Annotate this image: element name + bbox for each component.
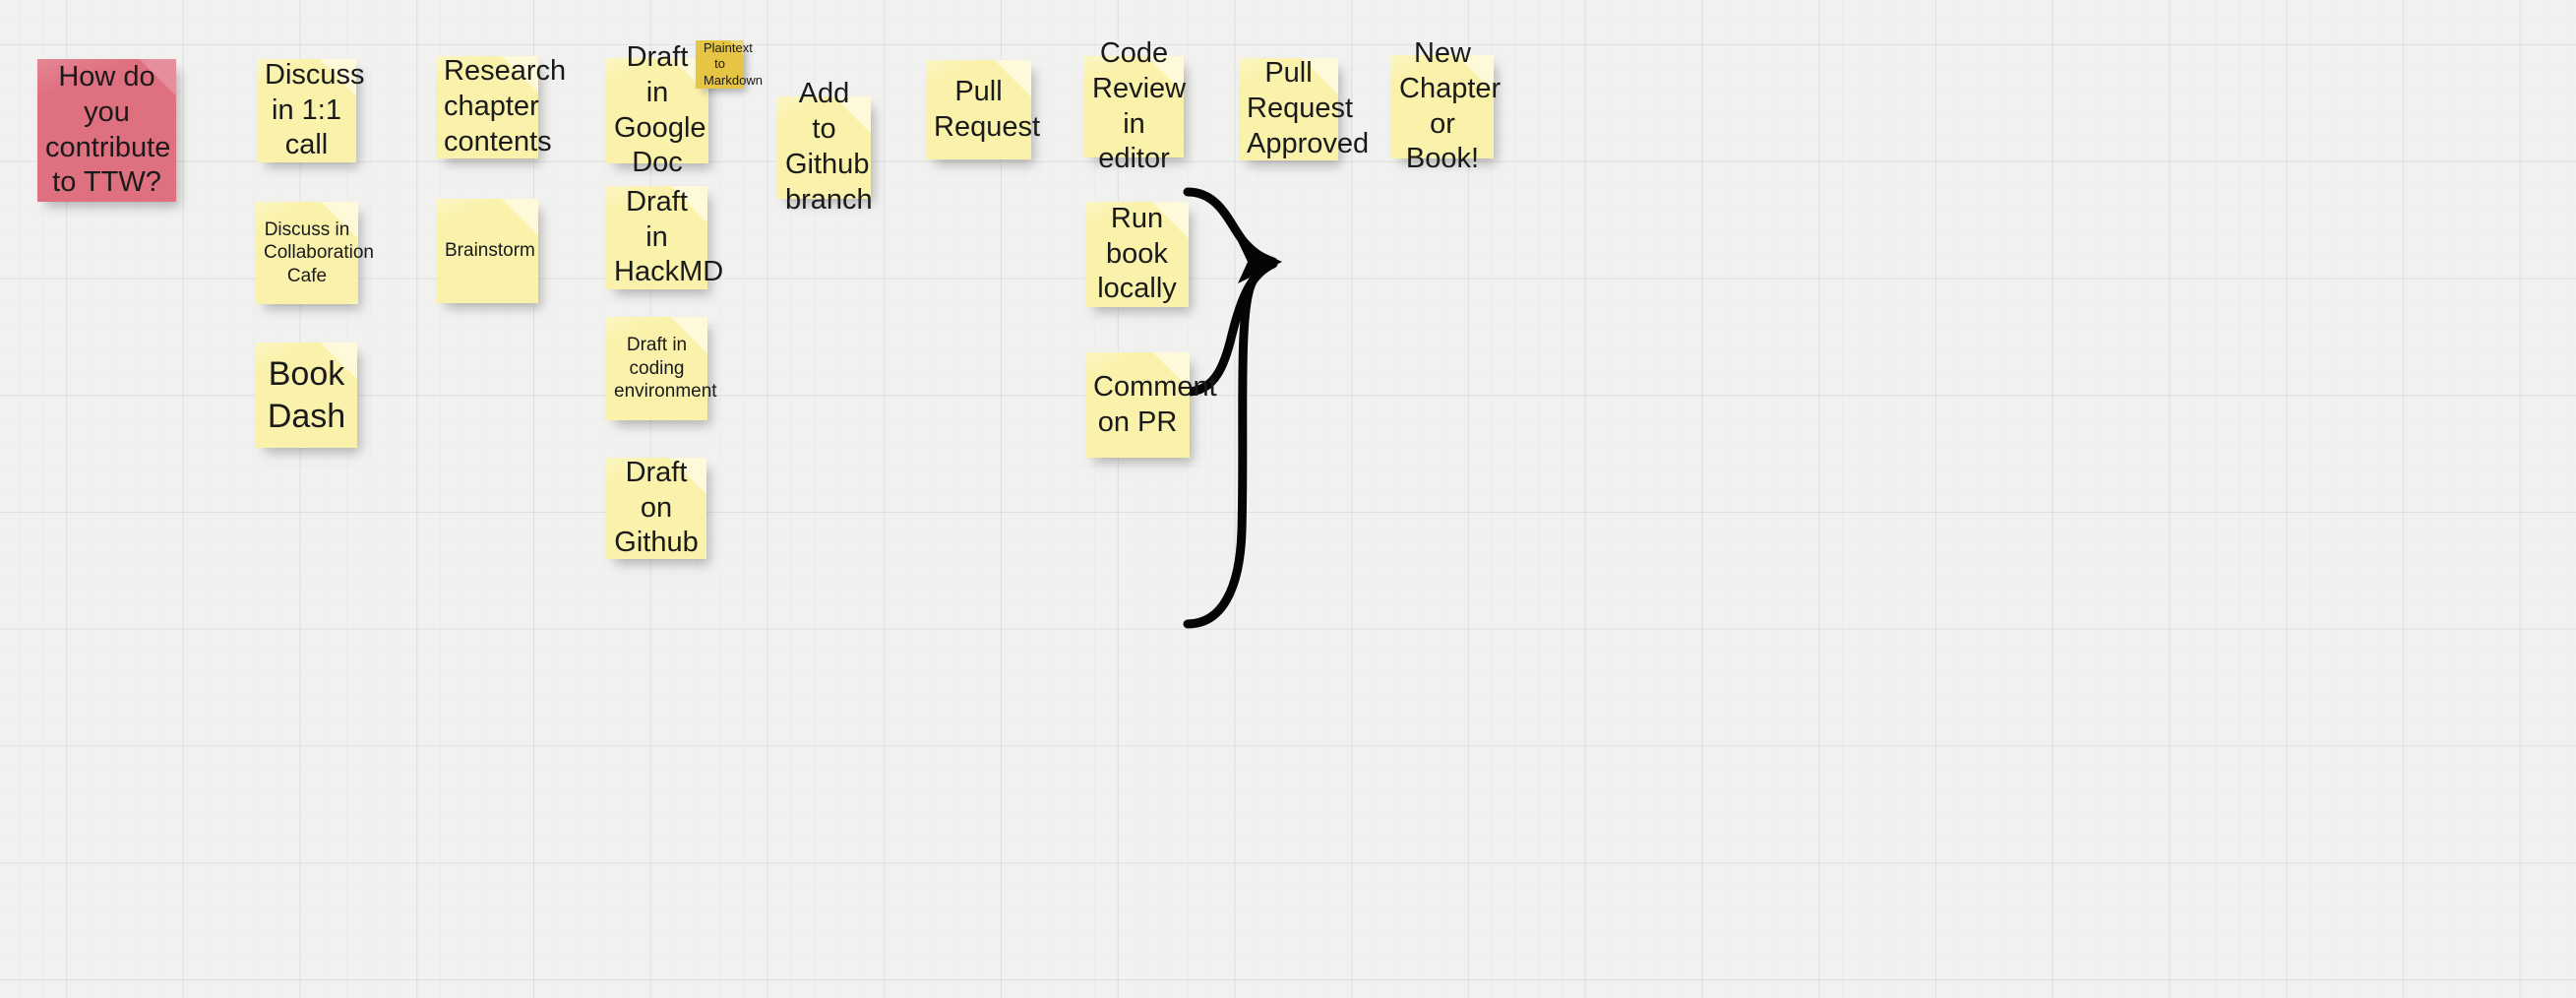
sticky-note-label: Book Dash — [267, 355, 346, 435]
sticky-note-add-to-github-branch[interactable]: Add to Github branch — [777, 78, 873, 216]
sticky-note-label: Draft in Google Doc — [614, 40, 706, 179]
sticky-note-how-do-you-contribute[interactable]: How do you contribute to TTW? — [37, 59, 176, 202]
sticky-note-pull-request-approved[interactable]: Pull Request Approved — [1239, 57, 1370, 160]
sticky-note-plaintext-to-markdown[interactable]: Plaintext to Markdown — [696, 40, 763, 89]
sticky-note-brainstorm[interactable]: Brainstorm — [437, 199, 538, 303]
sticky-note-discuss-in-collaboration-cafe[interactable]: Discuss in Collaboration Cafe — [256, 202, 374, 304]
sticky-note-draft-in-hackmd[interactable]: Draft in HackMD — [606, 185, 724, 289]
arrowhead-into-github-branch — [1238, 241, 1282, 283]
sticky-note-label: Pull Request Approved — [1247, 57, 1370, 159]
sticky-note-label: Discuss in 1:1 call — [265, 58, 365, 161]
sticky-note-label: Draft in HackMD — [614, 185, 724, 288]
sticky-note-draft-in-google-doc[interactable]: Draft in Google Doc — [606, 41, 708, 178]
sticky-note-label: Pull Request — [934, 75, 1041, 143]
sticky-note-label: Plaintext to Markdown — [704, 40, 763, 88]
sticky-note-label: New Chapter or Book! — [1399, 36, 1502, 175]
sticky-note-discuss-in-1-1-call[interactable]: Discuss in 1:1 call — [257, 58, 365, 162]
sticky-note-comment-on-pr[interactable]: Comment on PR — [1085, 352, 1217, 458]
sticky-note-label: Research chapter contents — [444, 55, 567, 157]
sticky-note-label: Comment on PR — [1093, 370, 1217, 438]
sticky-note-label: How do you contribute to TTW? — [45, 60, 171, 199]
sticky-note-run-book-locally[interactable]: Run book locally — [1085, 202, 1189, 307]
sticky-note-code-review-in-editor[interactable]: Code Review in editor — [1084, 37, 1186, 174]
arrow-coding-env-to-github-branch — [1183, 258, 1278, 629]
sticky-note-book-dash[interactable]: Book Dash — [256, 343, 357, 448]
sticky-note-label: Run book locally — [1097, 202, 1177, 305]
sticky-note-research-chapter-contents[interactable]: Research chapter contents — [436, 55, 567, 158]
sticky-note-draft-in-coding-environment[interactable]: Draft in coding environment — [606, 317, 717, 420]
sticky-note-label: Add to Github branch — [785, 78, 873, 216]
sticky-note-label: Discuss in Collaboration Cafe — [264, 218, 374, 286]
sticky-note-label: Code Review in editor — [1092, 36, 1187, 175]
arrow-google-doc-to-github-branch — [1183, 187, 1278, 267]
sticky-note-label: Draft on Github — [614, 456, 699, 559]
whiteboard-canvas[interactable]: How do you contribute to TTW? Discuss in … — [0, 0, 2576, 998]
sticky-note-pull-request[interactable]: Pull Request — [926, 60, 1041, 159]
sticky-note-new-chapter-or-book[interactable]: New Chapter or Book! — [1391, 37, 1501, 174]
sticky-note-label: Brainstorm — [445, 240, 535, 262]
sticky-note-draft-on-github[interactable]: Draft on Github — [606, 456, 706, 559]
sticky-note-label: Draft in coding environment — [614, 335, 717, 403]
